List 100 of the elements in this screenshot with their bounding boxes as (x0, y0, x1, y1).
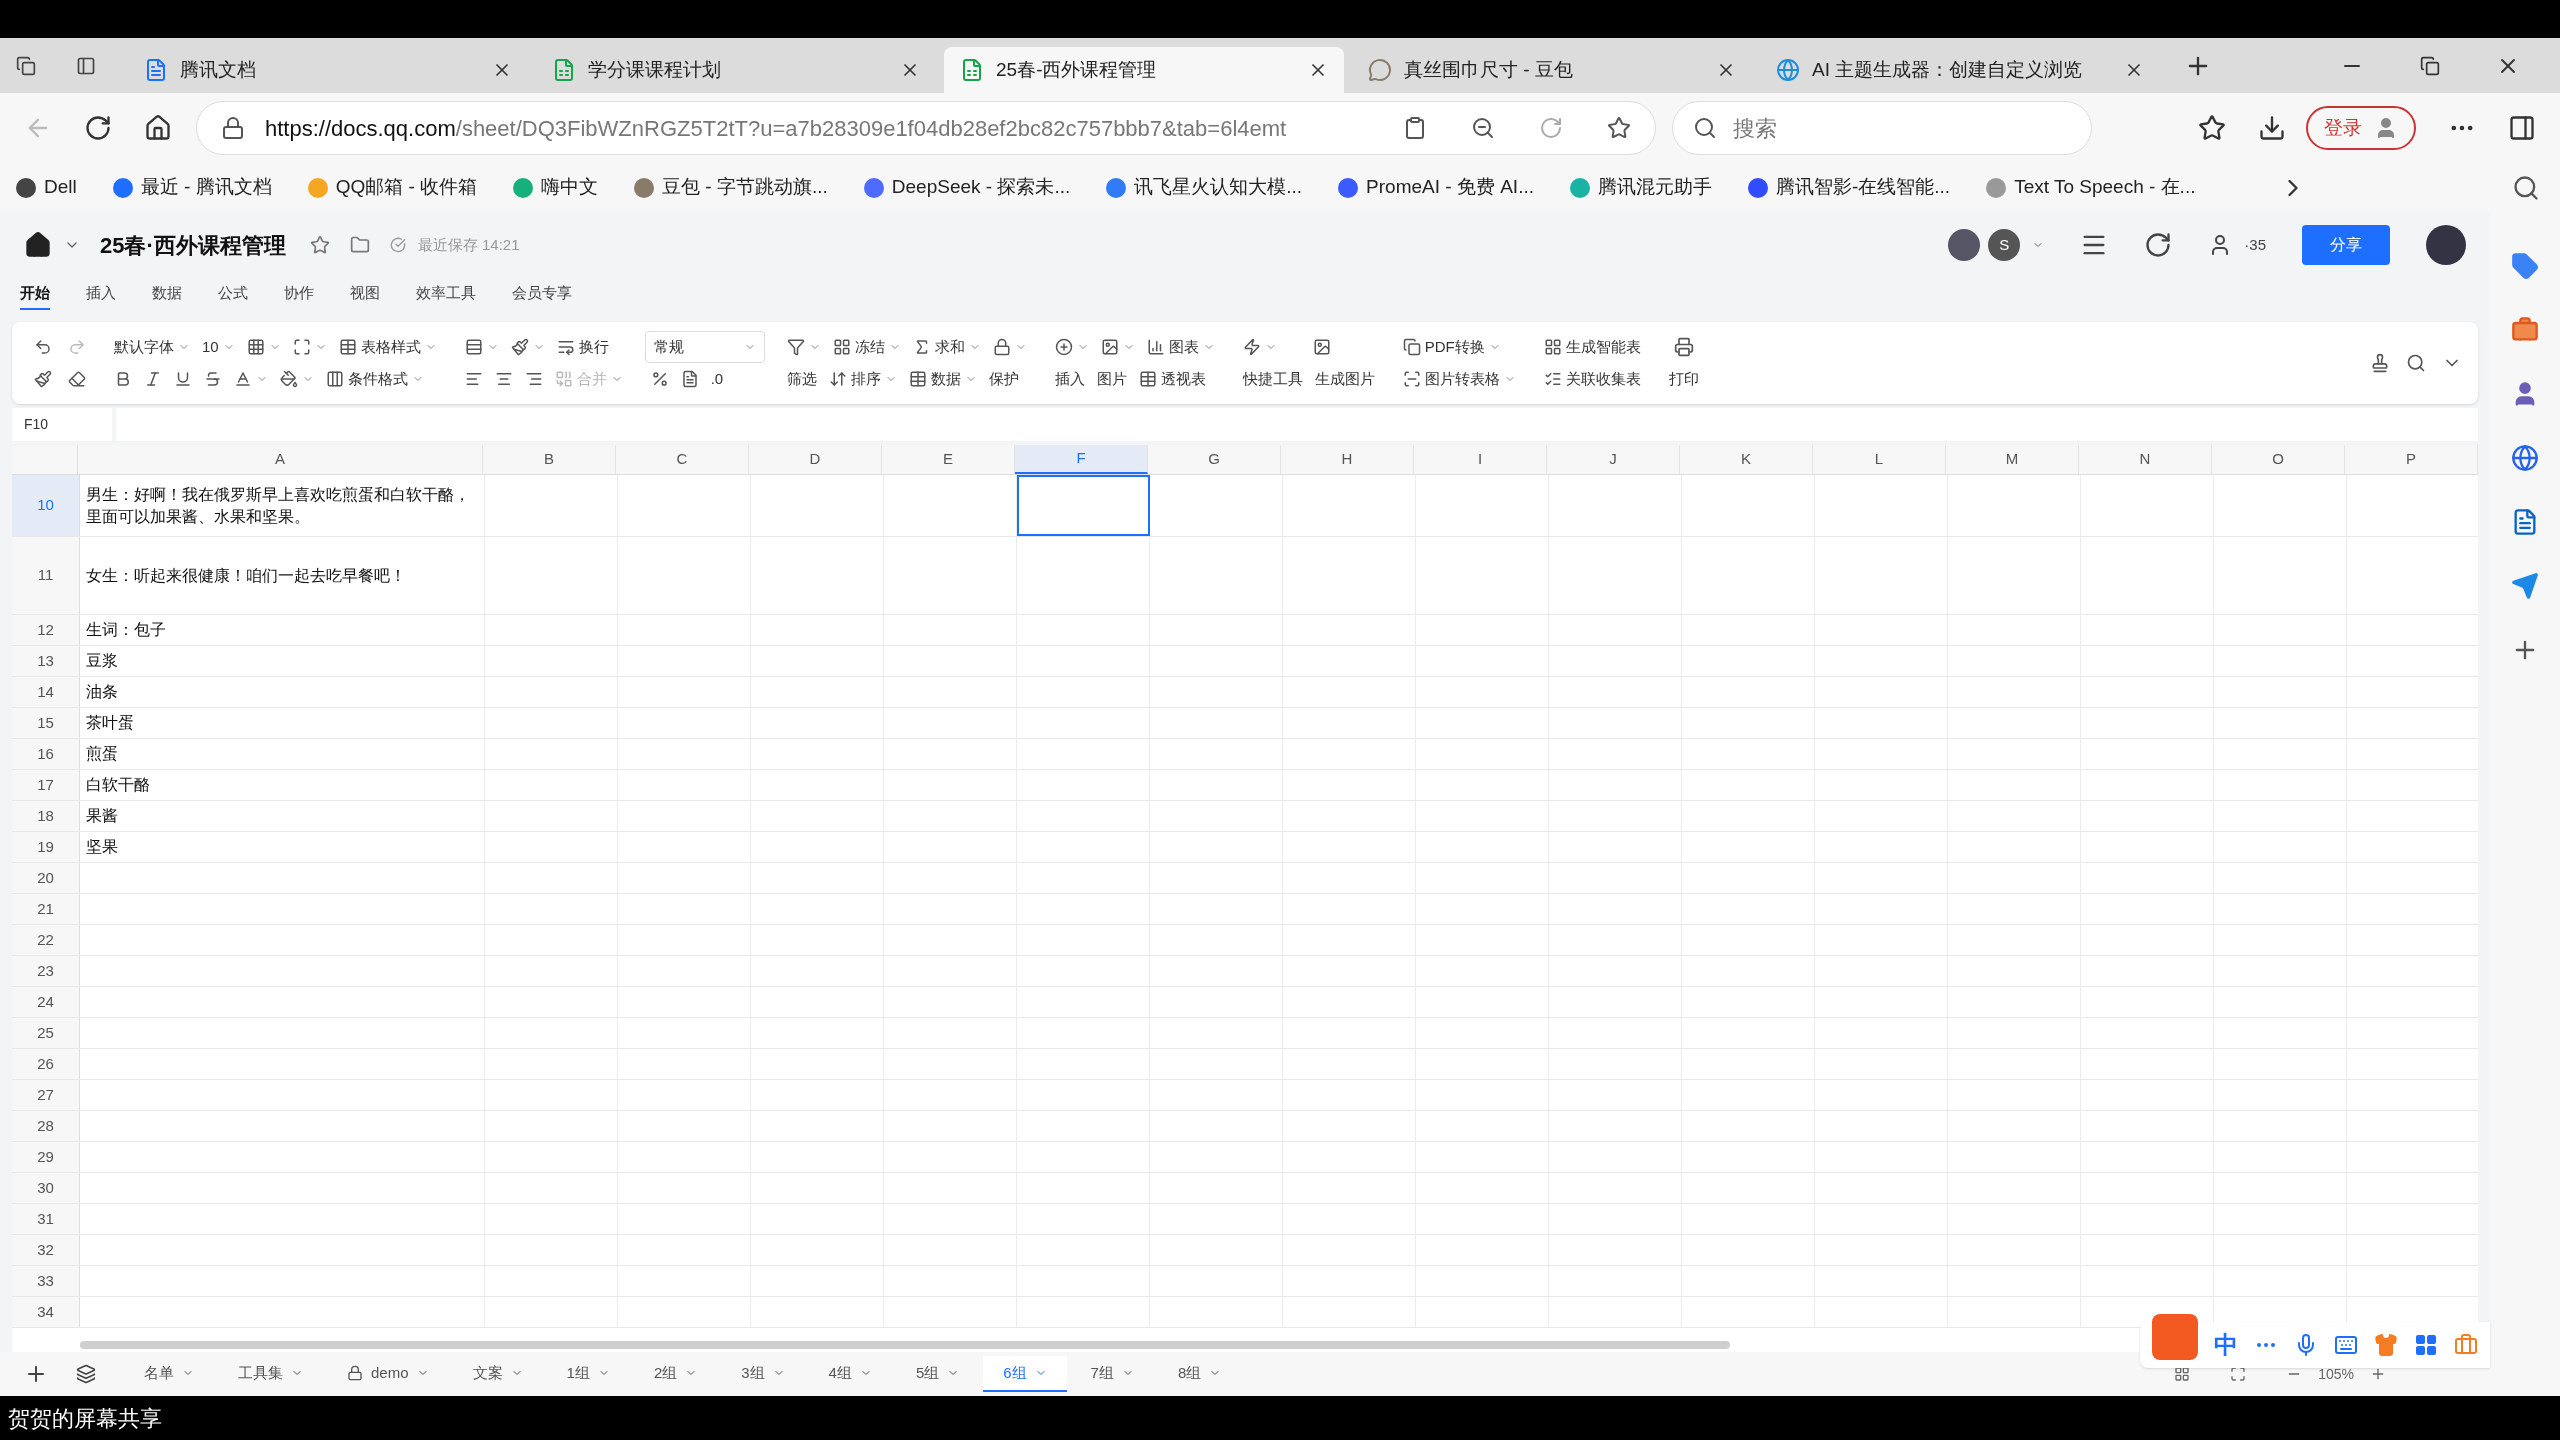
zoom-out-icon[interactable] (1471, 116, 1495, 140)
sync-icon[interactable] (2144, 231, 2173, 259)
share-button[interactable]: 分享 (2302, 225, 2390, 265)
collect-table-button[interactable]: 关联收集表 (1537, 363, 1647, 395)
sum-button[interactable]: 求和 (906, 331, 987, 363)
font-size-dropdown[interactable]: 10 (196, 331, 241, 363)
sheet-tab[interactable]: 名单 (124, 1356, 214, 1392)
vertical-tabs-icon[interactable] (76, 55, 96, 76)
active-cell[interactable] (1017, 475, 1150, 536)
row-header[interactable]: 22 (12, 925, 80, 955)
row-header[interactable]: 28 (12, 1111, 80, 1141)
view-icon[interactable] (2174, 1366, 2191, 1382)
insert-button[interactable]: 插入 (1048, 363, 1091, 395)
chart-button[interactable]: 图表 (1140, 331, 1221, 363)
sheet-tab[interactable]: 8组 (1157, 1356, 1242, 1392)
print-button[interactable]: 打印 (1662, 363, 1705, 395)
tag-icon[interactable] (2511, 252, 2539, 280)
column-header[interactable]: M (1946, 445, 2079, 474)
search-icon[interactable] (2512, 173, 2540, 202)
bookmark[interactable]: DeepSeek - 探索未... (863, 173, 1071, 202)
row-header[interactable]: 34 (12, 1297, 80, 1327)
sheet-tab[interactable]: 2组 (633, 1356, 718, 1392)
search-icon[interactable] (2406, 353, 2426, 373)
keyboard-icon[interactable] (2334, 1333, 2358, 1357)
image-to-table-button[interactable]: 图片转表格 (1396, 363, 1522, 395)
stamp-icon[interactable] (2370, 353, 2390, 373)
column-header[interactable]: P (2345, 445, 2478, 474)
sheet-tab[interactable]: demo (327, 1356, 449, 1392)
column-header[interactable]: O (2212, 445, 2345, 474)
filter-button[interactable]: 筛选 (780, 363, 823, 395)
menu-tab[interactable]: 插入 (86, 281, 116, 310)
row-header[interactable]: 26 (12, 1049, 80, 1079)
horizontal-scrollbar[interactable] (80, 1341, 1730, 1349)
globe-icon[interactable] (2511, 444, 2539, 472)
toolbox-icon[interactable] (2454, 1333, 2478, 1357)
sort-button[interactable]: 排序 (822, 363, 903, 395)
browser-tab[interactable]: 真丝围巾尺寸 - 豆包 (1352, 47, 1752, 93)
sheet-tab[interactable]: 4组 (808, 1356, 892, 1392)
row-header[interactable]: 18 (12, 801, 80, 831)
row-header[interactable]: 12 (12, 615, 80, 645)
sheet-tab[interactable]: 7组 (1070, 1356, 1154, 1392)
column-header[interactable]: K (1680, 445, 1813, 474)
generate-image-button[interactable]: 生成图片 (1308, 363, 1381, 395)
home-icon[interactable] (24, 231, 52, 259)
row-header[interactable]: 33 (12, 1266, 80, 1296)
row-header[interactable]: 29 (12, 1142, 80, 1172)
row-header[interactable]: 14 (12, 677, 80, 707)
row-header[interactable]: 10 (12, 475, 80, 536)
row-header[interactable]: 19 (12, 832, 80, 862)
sidebar-icon[interactable] (2508, 114, 2536, 142)
reload-icon[interactable] (84, 114, 112, 142)
search-field[interactable]: 搜索 (1672, 101, 2092, 155)
picture-button[interactable]: 图片 (1090, 363, 1133, 395)
sheet-tab[interactable]: 5组 (895, 1356, 980, 1392)
tab-actions-icon[interactable] (16, 55, 36, 76)
home-icon[interactable] (144, 114, 172, 142)
menu-tab[interactable]: 数据 (152, 281, 182, 310)
menu-tab[interactable]: 会员专享 (512, 281, 572, 310)
row-header[interactable]: 30 (12, 1173, 80, 1203)
table-style-button[interactable]: 表格样式 (332, 331, 443, 363)
column-header[interactable]: G (1148, 445, 1281, 474)
column-header[interactable]: F (1015, 445, 1148, 474)
row-header[interactable]: 13 (12, 646, 80, 676)
row-header[interactable]: 21 (12, 894, 80, 924)
row-header[interactable]: 11 (12, 537, 80, 614)
bookmark[interactable]: Text To Speech - 在... (1986, 173, 2196, 202)
row-header[interactable]: 20 (12, 863, 80, 893)
menu-tab[interactable]: 开始 (20, 281, 50, 310)
sheet-tab[interactable]: 6组 (983, 1356, 1067, 1392)
row-header[interactable]: 17 (12, 770, 80, 800)
bookmark[interactable]: QQ邮箱 - 收件箱 (307, 173, 478, 202)
sheet-tab[interactable]: 工具集 (218, 1356, 323, 1392)
browser-tab[interactable]: 腾讯文档 (128, 47, 528, 93)
sheets-icon[interactable] (76, 1364, 96, 1384)
column-header[interactable]: H (1281, 445, 1414, 474)
bookmark[interactable]: 最近 - 腾讯文档 (112, 173, 272, 202)
decimal-button[interactable]: .0 (704, 363, 730, 395)
column-header[interactable]: L (1813, 445, 1946, 474)
download-icon[interactable] (2258, 114, 2286, 142)
bookmark[interactable]: 讯飞星火认知大模... (1106, 173, 1303, 202)
skin-icon[interactable] (2374, 1333, 2398, 1357)
favorite-icon[interactable] (1607, 116, 1631, 140)
sheet-tab[interactable]: 文案 (452, 1356, 543, 1392)
bookmark[interactable]: Dell (16, 173, 77, 202)
row-header[interactable]: 31 (12, 1204, 80, 1234)
toolbox-icon[interactable] (2511, 316, 2539, 344)
sheet-tab[interactable]: 3组 (721, 1356, 805, 1392)
browser-tab[interactable]: 25春-西外课程管理 (944, 47, 1344, 93)
pdf-convert-button[interactable]: PDF转换 (1396, 331, 1522, 363)
row-header[interactable]: 16 (12, 739, 80, 769)
menu-tab[interactable]: 公式 (218, 281, 248, 310)
star-icon[interactable] (309, 235, 330, 255)
row-header[interactable]: 25 (12, 1018, 80, 1048)
bookmark[interactable]: PromeAI - 免费 AI... (1338, 173, 1534, 202)
freeze-button[interactable]: 冻结 (826, 331, 907, 363)
bookmark[interactable]: 嗨中文 (513, 173, 599, 202)
column-header[interactable]: I (1414, 445, 1547, 474)
bookmark[interactable]: 腾讯混元助手 (1570, 173, 1712, 202)
favorites-icon[interactable] (2198, 114, 2226, 142)
name-box[interactable]: F10 (12, 408, 112, 441)
